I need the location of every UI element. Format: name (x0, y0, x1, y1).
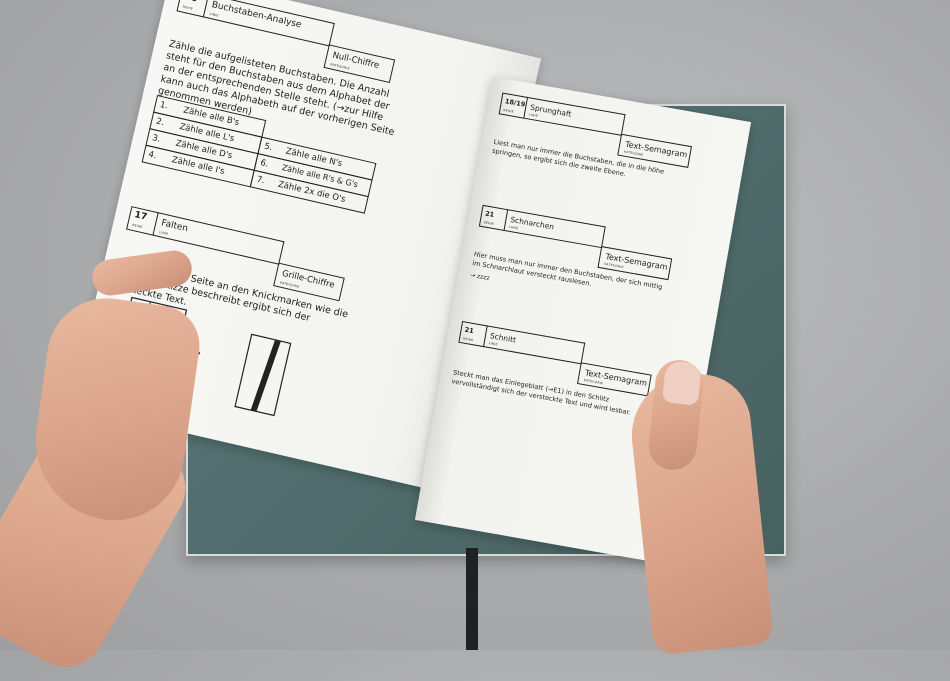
entry-title-caption: LINIE (488, 340, 499, 347)
entry-title-caption: LINIE (528, 112, 539, 119)
entry-note: → zzzz (469, 271, 491, 283)
entry-title-box: Sprunghaft LINIE (523, 96, 626, 136)
entry-number: 16 (184, 0, 198, 4)
entry-title-caption: LINIE (508, 224, 519, 231)
entry-number-caption: REIHE (131, 222, 144, 230)
entry-number: 21 (484, 209, 495, 219)
thumbnail (661, 360, 703, 406)
entry-category: Text-Semagram (584, 368, 648, 388)
entry-number-caption: REIHE (462, 336, 474, 343)
entry-title-box: Buchstaben-Analyse LINIE (202, 0, 335, 47)
entry-category: Text-Semagram (624, 139, 689, 160)
bookmark-ribbon (466, 548, 478, 650)
entry-category: Text-Semagram (604, 252, 669, 272)
entry-title-caption: LINIE (158, 230, 169, 236)
entry-title: Buchstaben-Analyse (210, 0, 303, 31)
entry-number-caption: REIHE (483, 220, 495, 227)
photo-scene: 16 REIHE Buchstaben-Analyse LINIE Null-C… (0, 0, 950, 681)
entry-number: 21 (464, 325, 475, 336)
entry-title-box: Schnitt LINIE (482, 325, 586, 365)
entry-category: Grille-Chiffre (280, 268, 336, 291)
entry-number-caption: REIHE (182, 4, 194, 11)
entry-title-box: Schnarchen LINIE (503, 209, 606, 249)
entry-title-caption: LINIE (209, 11, 220, 18)
entry-number: 17 (133, 210, 148, 223)
entry-number: 18/19 (504, 97, 526, 109)
entry-number-caption: REIHE (503, 108, 515, 114)
